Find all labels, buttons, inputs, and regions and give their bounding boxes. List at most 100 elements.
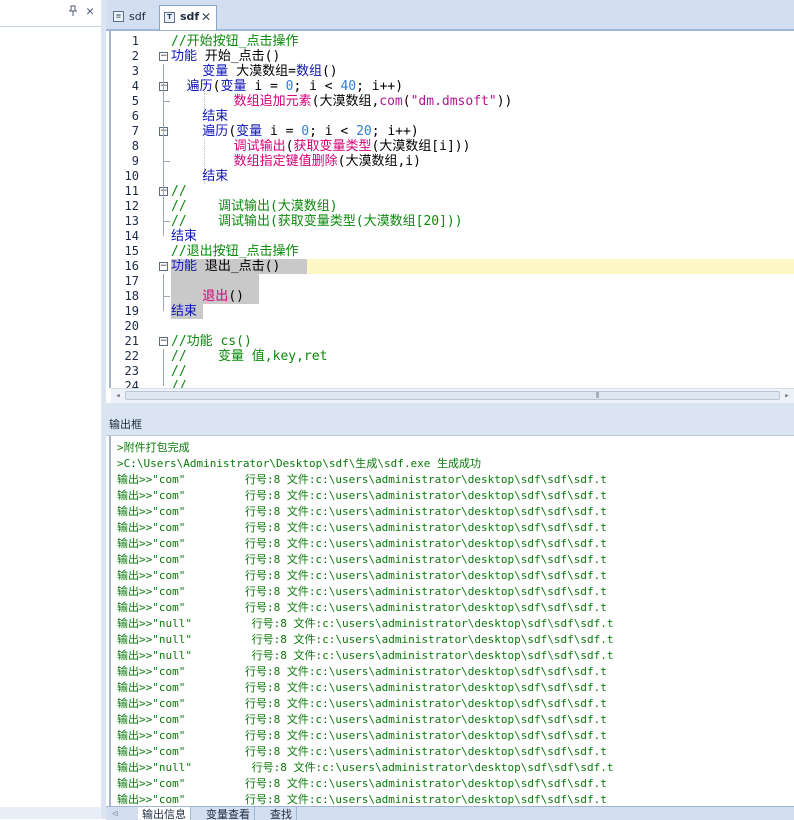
output-line: 输出>>"com" 行号:8 文件:c:\users\administrator… (117, 681, 607, 694)
code-line[interactable]: // 变量 值,key,ret (171, 349, 327, 364)
code-token: 0 (301, 124, 310, 139)
fold-toggle-icon[interactable]: − (159, 337, 168, 346)
output-line: 输出>>"null" 行号:8 文件:c:\users\administrato… (117, 649, 614, 662)
grip-icon: ⦀ (596, 391, 600, 400)
code-line[interactable]: 功能 开始_点击() (171, 49, 280, 64)
code-token: 变量 (220, 79, 247, 94)
line-number: 24 (124, 379, 139, 388)
line-number: 4 (131, 79, 139, 93)
horizontal-scrollbar[interactable]: ◂ ⦀ ▸ (111, 388, 794, 403)
close-icon[interactable]: ✕ (83, 4, 97, 20)
output-panel-title: 输出框 (109, 418, 142, 431)
code-token: () (321, 64, 338, 79)
fold-end-marker (163, 290, 170, 297)
code-line[interactable]: //功能 cs() (171, 334, 252, 349)
code-line[interactable]: 退出() (171, 289, 244, 304)
code-line[interactable]: 遍历(变量 i = 0; i < 40; i++) (171, 79, 403, 94)
code-line[interactable]: 数组追加元素(大漠数组,com("dm.dmsoft")) (171, 94, 513, 109)
code-token: // 调试输出(大漠数组) (171, 199, 338, 214)
fold-end-marker (163, 95, 170, 102)
code-line[interactable]: // 调试输出(获取变量类型(大漠数组[20])) (171, 214, 463, 229)
code-token: //开始按钮_点击操作 (171, 34, 299, 49)
code-token: 退出_点击() (197, 259, 281, 274)
line-number: 14 (124, 229, 139, 243)
code-token: 变量 (236, 124, 263, 139)
line-number: 12 (124, 199, 139, 213)
left-panel-header: ✕ (0, 0, 101, 27)
code-line[interactable]: 数组指定键值删除(大漠数组,i) (171, 154, 421, 169)
code-token: com (379, 94, 403, 109)
code-line[interactable]: //开始按钮_点击操作 (171, 34, 298, 49)
fold-toggle-icon[interactable]: − (159, 262, 168, 271)
output-log[interactable]: >附件打包完成 >C:\Users\Administrator\Desktop\s… (109, 436, 794, 806)
line-number: 18 (124, 289, 139, 303)
code-line[interactable]: 结束 (171, 304, 197, 319)
code-line[interactable]: 结束 (171, 229, 197, 244)
code-line[interactable]: // (171, 379, 187, 388)
scrollbar-thumb[interactable]: ⦀ (125, 391, 780, 400)
tab-sdf-designer[interactable]: ≡ sdf (109, 6, 157, 28)
code-token: 开始_点击() (197, 49, 281, 64)
code-line[interactable]: 遍历(变量 i = 0; i < 20; i++) (171, 124, 419, 139)
line-number: 8 (131, 139, 139, 153)
left-dock-panel: ✕ (0, 0, 102, 819)
code-token: i = (246, 79, 286, 94)
output-line: >C:\Users\Administrator\Desktop\sdf\生成\s… (117, 457, 482, 470)
code-text-area[interactable]: //开始按钮_点击操作 功能 开始_点击() 变量 大漠数组=数组() 遍历(变量… (171, 31, 794, 388)
code-token: (大漠数组,i) (337, 154, 421, 169)
line-number: 2 (131, 49, 139, 63)
pin-icon[interactable] (67, 5, 79, 19)
output-line: 输出>>"com" 行号:8 文件:c:\users\administrator… (117, 697, 607, 710)
line-number: 16 (124, 259, 139, 273)
scroll-left-arrow-icon[interactable]: ◁ (112, 809, 117, 819)
code-token: 40 (340, 79, 357, 94)
line-number-gutter: 1 2 3 4 5 6 7 8 9 10 11 12 13 14 15 16 17 18 19 20 21 22 23 24−… (111, 31, 170, 388)
code-token: //功能 cs() (171, 334, 252, 349)
line-number: 10 (124, 169, 139, 183)
tab-label: sdf (129, 10, 146, 23)
code-line[interactable]: //退出按钮_点击操作 (171, 244, 298, 259)
code-token: // 调试输出(获取变量类型(大漠数组[20])) (171, 214, 463, 229)
tab-sdf-code[interactable]: T sdf ✕ (159, 5, 217, 30)
output-panel-header: 输出框 (106, 411, 794, 436)
tab-output-info[interactable]: 输出信息 (138, 807, 191, 820)
code-line[interactable]: 调试输出(获取变量类型(大漠数组[i])) (171, 139, 471, 154)
code-token: ( (402, 94, 411, 109)
scroll-left-arrow-icon[interactable]: ◂ (111, 389, 125, 403)
code-token: 20 (356, 124, 372, 139)
code-line[interactable]: // (171, 364, 187, 379)
code-token: 结束 (171, 229, 198, 244)
code-editor[interactable]: 1 2 3 4 5 6 7 8 9 10 11 12 13 14 15 16 17 18 19 20 21 22 23 24−… (109, 31, 794, 388)
line-number: 7 (131, 124, 139, 138)
line-number: 6 (131, 109, 139, 123)
code-token: 大漠数组= (228, 64, 296, 79)
tab-label: sdf (180, 10, 200, 23)
fold-toggle-icon[interactable]: − (159, 52, 168, 61)
tab-search[interactable]: 查找 (266, 807, 297, 820)
code-line[interactable]: 功能 退出_点击() (171, 259, 280, 274)
output-line: 输出>>"com" 行号:8 文件:c:\users\administrator… (117, 713, 607, 726)
code-token: 功能 (171, 49, 198, 64)
line-number: 23 (124, 364, 139, 378)
code-token: (大漠数组, (311, 94, 380, 109)
code-token: () (228, 289, 244, 304)
code-token: 调试输出 (171, 139, 286, 154)
code-line[interactable]: // 调试输出(大漠数组) (171, 199, 338, 214)
code-token: ; i++) (371, 124, 419, 139)
code-line[interactable]: 结束 (171, 169, 228, 184)
code-line[interactable]: 结束 (171, 109, 228, 124)
fold-end-marker (163, 215, 170, 222)
horizontal-splitter[interactable] (106, 403, 794, 411)
code-line[interactable]: 变量 大漠数组=数组() (171, 64, 338, 79)
line-number: 22 (124, 349, 139, 363)
output-line: 输出>>"com" 行号:8 文件:c:\users\administrator… (117, 745, 607, 758)
code-line[interactable]: // (171, 184, 187, 199)
close-tab-icon[interactable]: ✕ (201, 6, 211, 28)
code-token: ( (228, 124, 237, 139)
code-token: 数组追加元素 (171, 94, 312, 109)
tab-variable-view[interactable]: 变量查看 (202, 807, 255, 820)
line-number: 19 (124, 304, 139, 318)
code-token: ; i++) (356, 79, 404, 94)
scroll-right-arrow-icon[interactable]: ▸ (780, 389, 794, 403)
line-number: 13 (124, 214, 139, 228)
